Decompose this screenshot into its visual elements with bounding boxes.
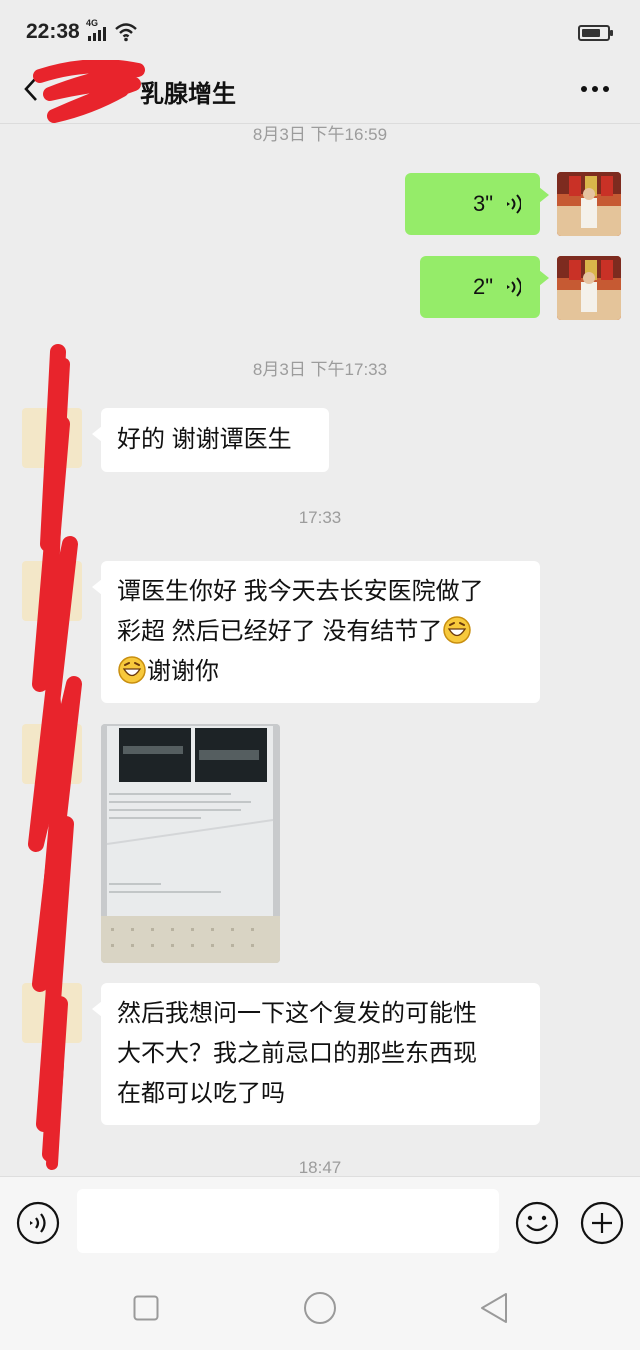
message-bubble[interactable]: 谭医生你好 我今天去长安医院做了 彩超 然后已经好了 没有结节了 谢谢你 bbox=[92, 561, 540, 703]
timestamp: 8月3日 下午16:59 bbox=[252, 125, 388, 144]
battery-level bbox=[582, 29, 601, 37]
my-avatar[interactable] bbox=[557, 256, 621, 320]
message-bubble[interactable]: 然后我想问一下这个复发的可能性 大不大？我之前忌口的那些东西现 在都可以吃了吗 bbox=[92, 983, 540, 1125]
contact-avatar[interactable] bbox=[22, 724, 82, 784]
system-nav-bar bbox=[0, 1266, 640, 1350]
image-message[interactable] bbox=[101, 724, 280, 963]
message-text-input[interactable] bbox=[77, 1189, 499, 1253]
voice-duration: 3" bbox=[473, 191, 494, 216]
avatar-image-icon bbox=[557, 256, 621, 320]
message-text-line: 谢谢你 bbox=[117, 652, 524, 692]
message-text: 在都可以吃了吗 bbox=[117, 1080, 285, 1107]
contact-avatar[interactable] bbox=[22, 408, 82, 468]
contact-avatar[interactable] bbox=[22, 561, 82, 621]
message-text: 大不大？我之前忌口的那些东西现 bbox=[117, 1040, 477, 1067]
message-input-bar bbox=[0, 1176, 640, 1266]
message-text-line: 彩超 然后已经好了 没有结节了 bbox=[117, 612, 524, 652]
voice-input-toggle-icon[interactable] bbox=[16, 1201, 60, 1245]
grinning-emoji-icon bbox=[118, 656, 146, 684]
back-chevron-icon[interactable] bbox=[20, 74, 44, 104]
timestamp: 18:47 bbox=[298, 1158, 342, 1176]
voice-wave-icon bbox=[507, 277, 521, 297]
message-text: 彩超 然后已经好了 没有结节了 bbox=[117, 618, 443, 645]
contact-avatar[interactable] bbox=[22, 983, 82, 1043]
chat-header: 乳腺增生 bbox=[0, 62, 640, 124]
chat-title: 乳腺增生 bbox=[140, 81, 236, 108]
chat-area[interactable]: 8月3日 下午16:59 3" 2" 8月3日 下午17:33 好的 谢谢谭医生… bbox=[0, 124, 640, 1176]
voice-wave-icon bbox=[507, 194, 521, 214]
grinning-emoji-icon bbox=[443, 616, 472, 644]
avatar-image-icon bbox=[557, 172, 621, 236]
emoji-panel-icon[interactable] bbox=[515, 1201, 559, 1245]
home-icon[interactable] bbox=[303, 1291, 337, 1325]
nav-back-icon[interactable] bbox=[478, 1291, 510, 1325]
status-time: 22:38 bbox=[26, 20, 80, 43]
signal-icon bbox=[88, 27, 106, 41]
message-bubble[interactable]: 好的 谢谢谭医生 bbox=[92, 408, 329, 472]
message-text: 谭医生你好 我今天去长安医院做了 bbox=[117, 578, 484, 605]
recent-apps-icon[interactable] bbox=[133, 1295, 159, 1321]
timestamp: 8月3日 下午17:33 bbox=[252, 360, 388, 379]
message-text-line: 谭医生你好 我今天去长安医院做了 bbox=[117, 572, 524, 612]
message-text: 好的 谢谢谭医生 bbox=[117, 426, 292, 453]
voice-message-bubble[interactable]: 2" bbox=[420, 256, 549, 318]
voice-message-bubble[interactable]: 3" bbox=[405, 173, 549, 235]
ultrasound-report-photo bbox=[101, 724, 280, 963]
plus-icon[interactable] bbox=[580, 1201, 624, 1245]
more-icon[interactable] bbox=[580, 84, 610, 94]
status-bar: 22:38 4G bbox=[0, 0, 640, 62]
message-text: 然后我想问一下这个复发的可能性 bbox=[117, 1000, 477, 1027]
message-text: 谢谢你 bbox=[147, 658, 219, 685]
battery-icon bbox=[578, 25, 613, 41]
voice-duration: 2" bbox=[473, 274, 494, 299]
wifi-icon bbox=[115, 23, 137, 42]
my-avatar[interactable] bbox=[557, 172, 621, 236]
timestamp: 17:33 bbox=[298, 508, 342, 527]
